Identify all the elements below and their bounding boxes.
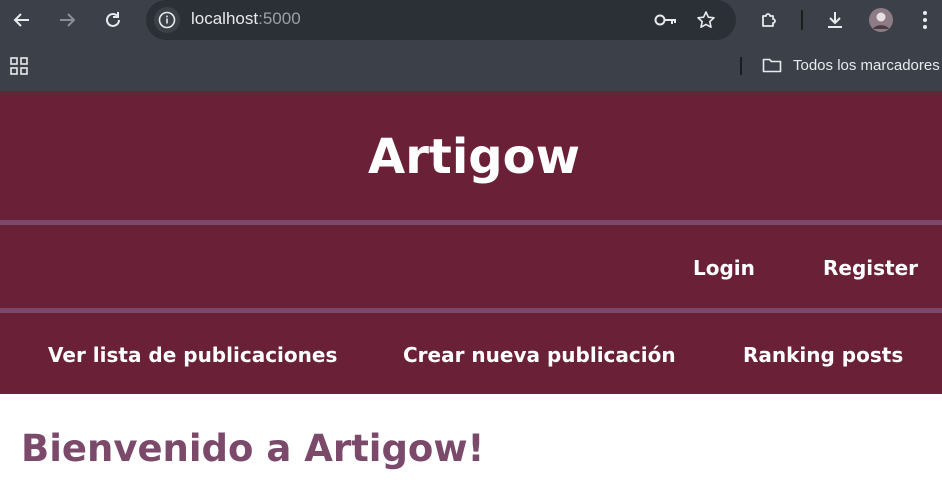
bookmarks-divider — [740, 57, 742, 75]
toolbar-divider — [801, 10, 803, 30]
bookmarks-folder-label[interactable]: Todos los marcadores — [793, 57, 940, 74]
star-icon — [697, 11, 715, 28]
back-button[interactable] — [7, 5, 37, 35]
nav-divider — [0, 308, 942, 313]
avatar-icon — [869, 8, 893, 32]
reload-button[interactable] — [98, 5, 128, 35]
url-text[interactable]: localhost:5000 — [191, 9, 301, 29]
apps-grid-icon — [10, 57, 28, 75]
apps-button[interactable] — [4, 51, 34, 81]
downloads-button[interactable] — [820, 5, 850, 35]
folder-icon — [762, 58, 782, 73]
info-icon — [158, 11, 176, 29]
site-header: Artigow Login Register Ver lista de publ… — [0, 91, 942, 394]
login-link[interactable]: Login — [693, 256, 755, 280]
address-bar[interactable]: localhost:5000 — [146, 0, 736, 40]
forward-button[interactable] — [52, 5, 82, 35]
bookmarks-folder-button[interactable] — [762, 56, 782, 78]
extensions-button[interactable] — [754, 5, 784, 35]
key-icon — [654, 14, 676, 26]
register-link[interactable]: Register — [823, 256, 918, 280]
nav-link-publications-list[interactable]: Ver lista de publicaciones — [48, 343, 337, 367]
arrow-left-icon — [13, 13, 29, 27]
nav-link-new-publication[interactable]: Crear nueva publicación — [403, 343, 676, 367]
more-vertical-icon — [923, 11, 927, 29]
site-title: Artigow — [368, 129, 580, 185]
browser-toolbar: localhost:5000 — [0, 0, 942, 40]
url-host: localhost — [191, 9, 259, 28]
profile-avatar[interactable] — [866, 5, 896, 35]
welcome-heading: Bienvenido a Artigow! — [21, 427, 485, 470]
bookmark-star-button[interactable] — [691, 5, 721, 35]
site-info-button[interactable] — [154, 7, 180, 33]
header-divider — [0, 220, 942, 225]
password-key-button[interactable] — [651, 5, 681, 35]
nav-link-ranking[interactable]: Ranking posts — [743, 343, 903, 367]
download-icon — [828, 12, 842, 28]
arrow-right-icon — [60, 13, 76, 27]
menu-button[interactable] — [910, 5, 940, 35]
puzzle-icon — [762, 13, 776, 27]
reload-icon — [106, 12, 120, 27]
url-port: :5000 — [258, 9, 301, 28]
